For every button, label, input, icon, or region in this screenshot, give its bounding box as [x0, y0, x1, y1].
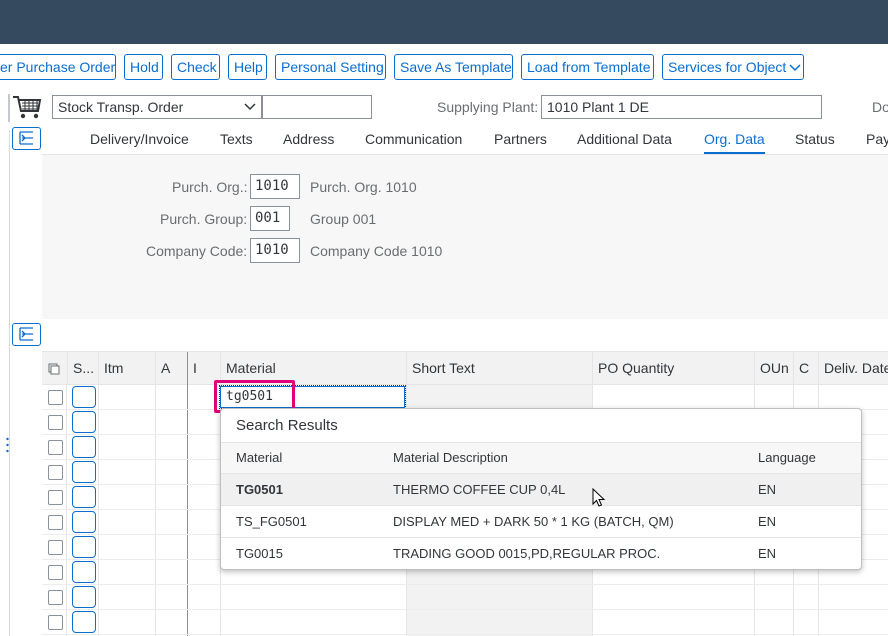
- load-from-template-button[interactable]: Load from Template: [521, 54, 654, 80]
- toolbar: er Purchase Order Hold Check Help Person…: [0, 54, 888, 82]
- row-select-checkbox[interactable]: [48, 440, 63, 455]
- result-language: EN: [758, 514, 777, 529]
- header-tabs: Delivery/Invoice Texts Address Communica…: [42, 126, 888, 154]
- company-code-input[interactable]: 1010: [250, 238, 300, 263]
- result-material: TS_FG0501: [236, 514, 307, 529]
- row-select-checkbox[interactable]: [48, 540, 63, 555]
- table-row: [42, 610, 888, 635]
- document-type-value: Stock Transp. Order: [58, 99, 184, 115]
- services-for-object-button[interactable]: Services for Object: [662, 54, 804, 80]
- row-select-checkbox[interactable]: [48, 515, 63, 530]
- purch-org-description: Purch. Org. 1010: [310, 179, 417, 195]
- popup-column-description: Material Description: [393, 450, 508, 465]
- result-description: DISPLAY MED + DARK 50 * 1 KG (BATCH, QM): [393, 514, 674, 529]
- row-select-checkbox[interactable]: [48, 590, 63, 605]
- row-status-button[interactable]: [72, 411, 96, 433]
- save-as-template-button[interactable]: Save As Template: [394, 54, 513, 80]
- supplying-plant-label: Supplying Plant:: [437, 99, 539, 115]
- tab-texts[interactable]: Texts: [220, 126, 253, 154]
- row-select-checkbox[interactable]: [48, 565, 63, 580]
- org-data-panel: [42, 155, 888, 319]
- purch-org-input[interactable]: 1010: [250, 174, 300, 199]
- splitter-handle-icon[interactable]: [6, 437, 9, 453]
- column-header-short-text[interactable]: Short Text: [406, 352, 593, 385]
- popup-title: Search Results: [236, 417, 338, 434]
- popup-header: Material Material Description Language: [221, 442, 861, 474]
- row-status-button[interactable]: [72, 561, 96, 583]
- row-status-button[interactable]: [72, 511, 96, 533]
- services-for-object-label: Services for Object: [668, 59, 787, 75]
- table-row: [42, 585, 888, 610]
- row-status-button[interactable]: [72, 536, 96, 558]
- row-select-checkbox[interactable]: [48, 390, 63, 405]
- document-type-select[interactable]: Stock Transp. Order: [52, 95, 262, 119]
- tab-org-data[interactable]: Org. Data: [704, 126, 765, 154]
- row-select-checkbox[interactable]: [48, 490, 63, 505]
- help-button[interactable]: Help: [228, 54, 267, 80]
- tab-additional-data[interactable]: Additional Data: [577, 126, 672, 154]
- row-select-checkbox[interactable]: [48, 615, 63, 630]
- table-row: [42, 385, 888, 410]
- column-header-c[interactable]: C: [793, 352, 818, 385]
- collapse-icon: [19, 327, 33, 341]
- popup-column-language: Language: [758, 450, 816, 465]
- tab-communication[interactable]: Communication: [365, 126, 462, 154]
- column-header-item[interactable]: Itm: [98, 352, 155, 385]
- document-number-input[interactable]: [262, 95, 372, 119]
- result-material: TG0501: [236, 482, 283, 497]
- grid-header: S... Itm A I Material Short Text PO Quan…: [42, 351, 888, 385]
- row-status-button[interactable]: [72, 386, 96, 408]
- purch-org-label: Purch. Org.:: [172, 179, 248, 195]
- tab-delivery-invoice[interactable]: Delivery/Invoice: [90, 126, 189, 154]
- tab-partners[interactable]: Partners: [494, 126, 547, 154]
- row-select-checkbox[interactable]: [48, 465, 63, 480]
- result-language: EN: [758, 546, 777, 561]
- row-status-button[interactable]: [72, 486, 96, 508]
- result-language: EN: [758, 482, 777, 497]
- company-code-label: Company Code:: [146, 243, 248, 259]
- shell-header-bar: [0, 0, 888, 44]
- column-header-po-quantity[interactable]: PO Quantity: [592, 352, 755, 385]
- tab-address[interactable]: Address: [283, 126, 334, 154]
- collapse-header-button[interactable]: [12, 127, 41, 150]
- result-description: THERMO COFFEE CUP 0,4L: [393, 482, 566, 497]
- column-header-delivery-date[interactable]: Deliv. Date: [818, 352, 888, 385]
- supplying-plant-input[interactable]: 1010 Plant 1 DE: [541, 95, 822, 119]
- other-purchase-order-button[interactable]: er Purchase Order: [0, 54, 116, 80]
- shopping-cart-icon[interactable]: [12, 94, 42, 120]
- row-status-button[interactable]: [72, 611, 96, 633]
- purch-group-description: Group 001: [310, 211, 377, 227]
- search-result-row[interactable]: TG0501 THERMO COFFEE CUP 0,4L EN: [221, 474, 861, 506]
- collapse-icon: [19, 131, 33, 145]
- document-date-label: Do: [872, 99, 888, 115]
- chevron-down-icon: [789, 55, 801, 79]
- collapse-items-button[interactable]: [12, 323, 41, 346]
- company-code-description: Company Code 1010: [310, 243, 443, 259]
- result-description: TRADING GOOD 0015,PD,REGULAR PROC.: [393, 546, 661, 561]
- search-result-row[interactable]: TG0015 TRADING GOOD 0015,PD,REGULAR PROC…: [221, 538, 861, 569]
- check-button[interactable]: Check: [171, 54, 220, 80]
- column-header-order-unit[interactable]: OUn: [754, 352, 794, 385]
- popup-column-material: Material: [236, 450, 283, 465]
- hold-button[interactable]: Hold: [124, 54, 163, 80]
- left-panel-edge: [8, 94, 10, 122]
- mouse-pointer-icon: [592, 487, 606, 508]
- row-select-checkbox[interactable]: [48, 415, 63, 430]
- chevron-down-icon[interactable]: [243, 96, 257, 124]
- row-status-button[interactable]: [72, 461, 96, 483]
- search-result-row[interactable]: TS_FG0501 DISPLAY MED + DARK 50 * 1 KG (…: [221, 506, 861, 538]
- tab-payment[interactable]: Pay: [866, 126, 888, 154]
- search-results-popup: Search Results Material Material Descrip…: [220, 408, 862, 570]
- row-status-button[interactable]: [72, 436, 96, 458]
- select-all-icon[interactable]: [42, 352, 66, 385]
- personal-setting-button[interactable]: Personal Setting: [275, 54, 386, 80]
- result-material: TG0015: [236, 546, 283, 561]
- tab-status[interactable]: Status: [795, 126, 835, 154]
- row-status-button[interactable]: [72, 586, 96, 608]
- left-navigation-strip: [0, 130, 10, 636]
- column-header-status[interactable]: S...: [67, 352, 98, 385]
- purch-group-input[interactable]: 001: [250, 206, 290, 231]
- purch-group-label: Purch. Group:: [160, 211, 248, 227]
- column-header-account[interactable]: A: [155, 352, 187, 385]
